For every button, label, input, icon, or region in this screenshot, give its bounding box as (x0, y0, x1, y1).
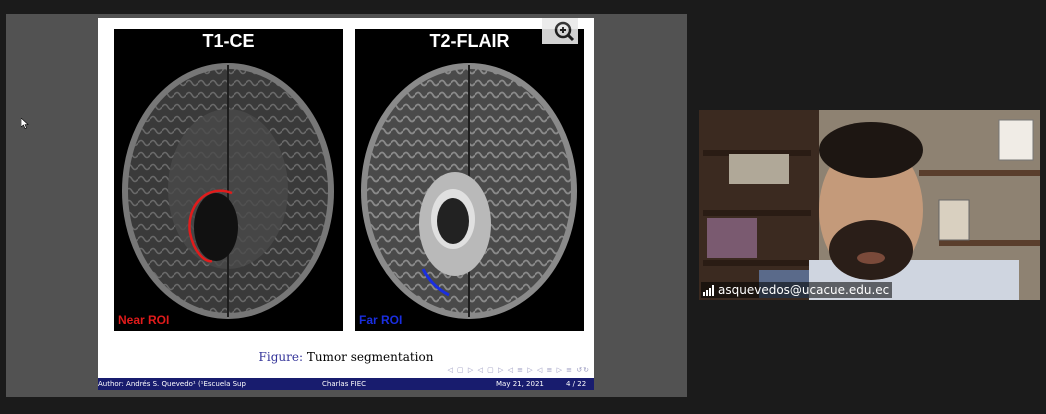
footer-page-number: 4 / 22 (566, 380, 587, 388)
participant-video-feed (699, 110, 1040, 300)
slide-footer: Author: Andrés S. Quevedo¹ (¹Escuela Sup… (98, 378, 594, 390)
caption-text: Tumor segmentation (306, 350, 434, 364)
t2flair-image-panel: T2-FLAIR Far ROI (355, 29, 584, 331)
signal-bars-icon (703, 284, 714, 296)
figure-caption: Figure: Tumor segmentation (98, 350, 594, 364)
footer-author: Author: Andrés S. Quevedo¹ (¹Escuela Sup (98, 380, 246, 388)
footer-date: May 21, 2021 (496, 380, 544, 388)
footer-title: Charlas FIEC (322, 380, 366, 388)
t2flair-brain-scan (361, 63, 577, 319)
beamer-navigation[interactable]: ◁ ▢ ▷ ◁ ▢ ▷ ◁ ≡ ▷ ◁ ≡ ▷ ≡ ↺↻ (447, 366, 590, 374)
t1ce-image-panel: T1-CE Near ROI (114, 29, 343, 331)
t1ce-brain-scan (122, 63, 334, 319)
near-roi-label: Near ROI (118, 313, 170, 327)
participant-name-tag: asquevedos@ucacue.edu.ec (701, 282, 893, 298)
t1ce-title: T1-CE (202, 31, 255, 51)
participant-video-tile[interactable]: asquevedos@ucacue.edu.ec (699, 110, 1040, 300)
magnifier-plus-icon[interactable] (542, 18, 578, 44)
caption-label: Figure: (258, 350, 303, 364)
participant-name: asquevedos@ucacue.edu.ec (718, 283, 890, 297)
presentation-slide: T1-CE Near ROI T2-FLAIR Far ROI Figure: … (98, 18, 594, 390)
mouse-pointer-icon (20, 114, 29, 133)
far-roi-label: Far ROI (359, 313, 403, 327)
